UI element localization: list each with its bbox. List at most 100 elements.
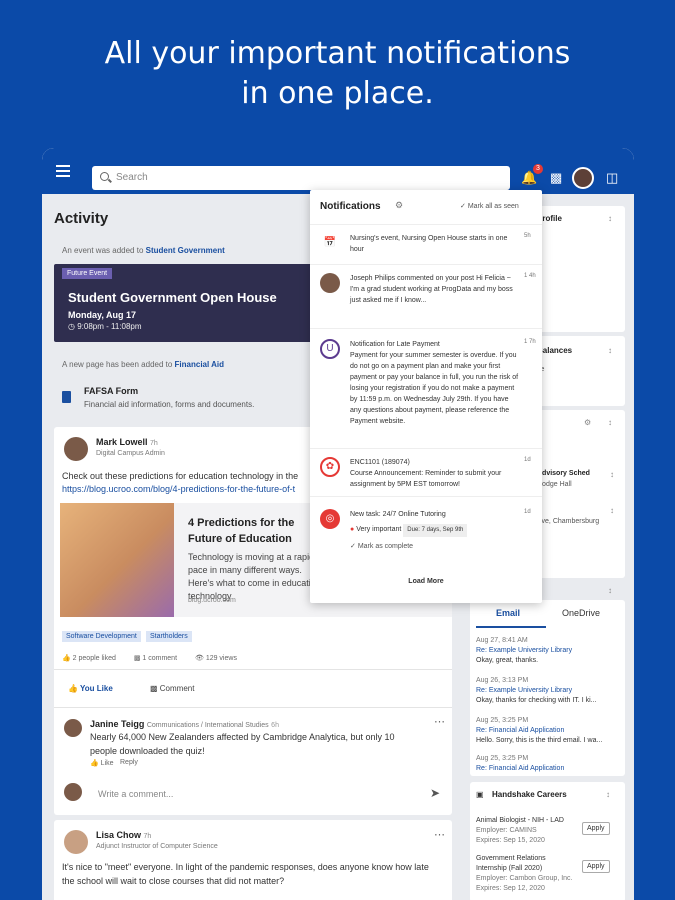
collapse-icon[interactable]: ↕ [606,790,610,799]
notifications-title: Notifications [320,201,381,212]
post-link[interactable]: https://blog.ucroo.com/blog/4-prediction… [62,484,295,494]
send-icon[interactable]: ➤ [430,786,440,800]
post-author[interactable]: Mark Lowell 7h [96,437,158,447]
apply-button[interactable]: Apply [582,860,610,873]
notification-item[interactable]: ◎ New task: 24/7 Online Tutoring ● Very … [310,496,542,568]
careers-title: Handshake Careers [492,790,567,799]
avatar[interactable] [64,830,88,854]
headline-line-2: in one place. [241,76,434,111]
side-panel-icon[interactable]: ◫ [606,170,618,186]
gear-icon[interactable]: ⚙ [584,418,591,427]
avatar [64,783,82,801]
headline-line-1: All your important notifications [104,36,571,71]
notification-item[interactable]: U Notification for Late Payment Payment … [310,328,542,448]
like-button[interactable]: 👍 You Like [68,684,113,693]
divider [54,707,452,708]
event-title: Student Government Open House [68,290,277,305]
apply-button[interactable]: Apply [582,822,610,835]
more-options-icon[interactable]: ⋯ [434,715,445,728]
post-author-role: Digital Campus Admin [96,450,165,457]
tag-chip[interactable]: Software Development [62,631,141,642]
collapse-icon[interactable]: ↕ [608,586,612,595]
email-item[interactable]: Aug 25, 3:25 PM Re: Financial Aid Applic… [476,716,616,746]
tab-email[interactable]: Email [496,608,520,618]
page-title: Activity [54,210,109,227]
comment-input[interactable]: Write a comment... [98,789,173,799]
task-icon: ◎ [320,509,340,529]
top-bar: Search 🔔 3 ▩ ◫ [42,148,634,194]
email-item[interactable]: Aug 25, 3:25 PM Re: Financial Aid Applic… [476,754,616,774]
mark-all-seen-button[interactable]: ✓ Mark all as seen [460,202,519,210]
reply-like-link[interactable]: 👍 Like [90,759,114,767]
chevron-icon[interactable]: ↕ [610,506,614,515]
likes-count: 👍 2 people liked [62,655,116,662]
headline: All your important notifications in one … [0,34,675,114]
priority-label: Very important [356,526,402,533]
email-item[interactable]: Aug 26, 3:13 PM Re: Example University L… [476,676,616,706]
calendar-icon: 📅 [323,237,337,248]
reply-link[interactable]: Reply [120,759,138,766]
link-preview-description: Technology is moving at a rapid pace in … [188,552,321,601]
student-government-link[interactable]: Student Government [146,246,225,255]
post-card: Lisa Chow 7h Adjunct Instructor of Compu… [54,820,452,900]
priority-icon: ● [350,526,355,533]
notification-item[interactable]: 📅 Nursing's event, Nursing Open House st… [310,224,542,264]
financial-aid-link[interactable]: Financial Aid [175,360,225,369]
more-options-icon[interactable]: ⋯ [434,828,445,841]
avatar[interactable] [64,437,88,461]
collapse-icon[interactable]: ↕ [608,346,612,355]
event-date: Monday, Aug 17 [68,310,137,320]
tab-onedrive[interactable]: OneDrive [562,608,600,618]
notifications-panel: Notifications ⚙ ✓ Mark all as seen 📅 Nur… [310,190,542,603]
event-time: ◷ 9:08pm - 11:08pm [68,322,142,331]
post-stats: 👍 2 people liked ▩ 1 comment 👁 129 views [62,654,253,662]
collapse-icon[interactable]: ↕ [608,418,612,427]
mark-complete-button[interactable]: ✓ Mark as complete [350,541,520,552]
briefcase-icon: ▣ [476,790,484,799]
reply-author[interactable]: Janine Teigg Communications / Internatio… [90,719,279,729]
divider [54,669,452,670]
schedule-item-location: Dodge Hall [537,481,572,488]
due-badge: Due: 7 days, Sep 9th [403,524,468,537]
post-author[interactable]: Lisa Chow 7h [96,830,151,840]
email-widget: ↕ Email OneDrive Aug 27, 8:41 AM Re: Exa… [470,586,625,776]
views-count: 👁 129 views [194,655,237,662]
tag-chip[interactable]: Startholders [146,631,192,642]
email-item[interactable]: Aug 27, 8:41 AM Re: Example University L… [476,636,616,666]
search-placeholder: Search [116,172,148,183]
reply-text: Nearly 64,000 New Zealanders affected by… [90,732,395,756]
event-card[interactable]: Future Event Student Government Open Hou… [54,264,334,342]
chevron-icon[interactable]: ↕ [610,470,614,479]
link-preview-image [60,503,174,617]
payment-icon: U [320,339,340,359]
menu-icon[interactable] [56,165,70,177]
page-link-title[interactable]: FAFSA Form [84,386,138,396]
job-item[interactable]: Animal Biologist - NIH - LAD Employer: C… [476,816,576,846]
avatar[interactable] [64,719,82,737]
course-icon: ✿ [320,457,340,477]
event-note: An event was added to Student Government [62,246,225,255]
notification-item[interactable]: Joseph Philips commented on your post Hi… [310,264,542,328]
post-author-role: Adjunct Instructor of Computer Science [96,843,218,850]
search-icon [100,172,109,181]
comments-count: ▩ 1 comment [133,655,178,662]
link-preview-url: blog.ucroo.com [188,597,236,604]
link-preview-title: 4 Predictions for the Future of Educatio… [188,517,295,545]
load-more-button[interactable]: Load More [310,578,542,585]
page-link-subtitle: Financial aid information, forms and doc… [84,400,255,409]
gear-icon[interactable]: ⚙ [395,200,403,211]
notification-item[interactable]: ✿ ENC1101 (189074) Course Announcement: … [310,448,542,496]
tab-underline [476,626,546,628]
event-tag: Future Event [62,268,113,279]
avatar[interactable] [572,167,594,189]
document-icon [62,391,71,403]
collapse-icon[interactable]: ↕ [608,214,612,223]
balances-title: Balances [537,346,573,355]
chat-icon[interactable]: ▩ [550,170,562,186]
careers-widget: ▣ Handshake Careers ↕ Animal Biologist -… [470,782,625,900]
schedule-item-title[interactable]: Advisory Sched [537,470,590,477]
job-item[interactable]: Government Relations Internship (Fall 20… [476,854,576,894]
page-note: A new page has been added to Financial A… [62,360,225,369]
comment-button[interactable]: ▩ Comment [150,684,194,693]
search-input[interactable]: Search [92,166,510,190]
